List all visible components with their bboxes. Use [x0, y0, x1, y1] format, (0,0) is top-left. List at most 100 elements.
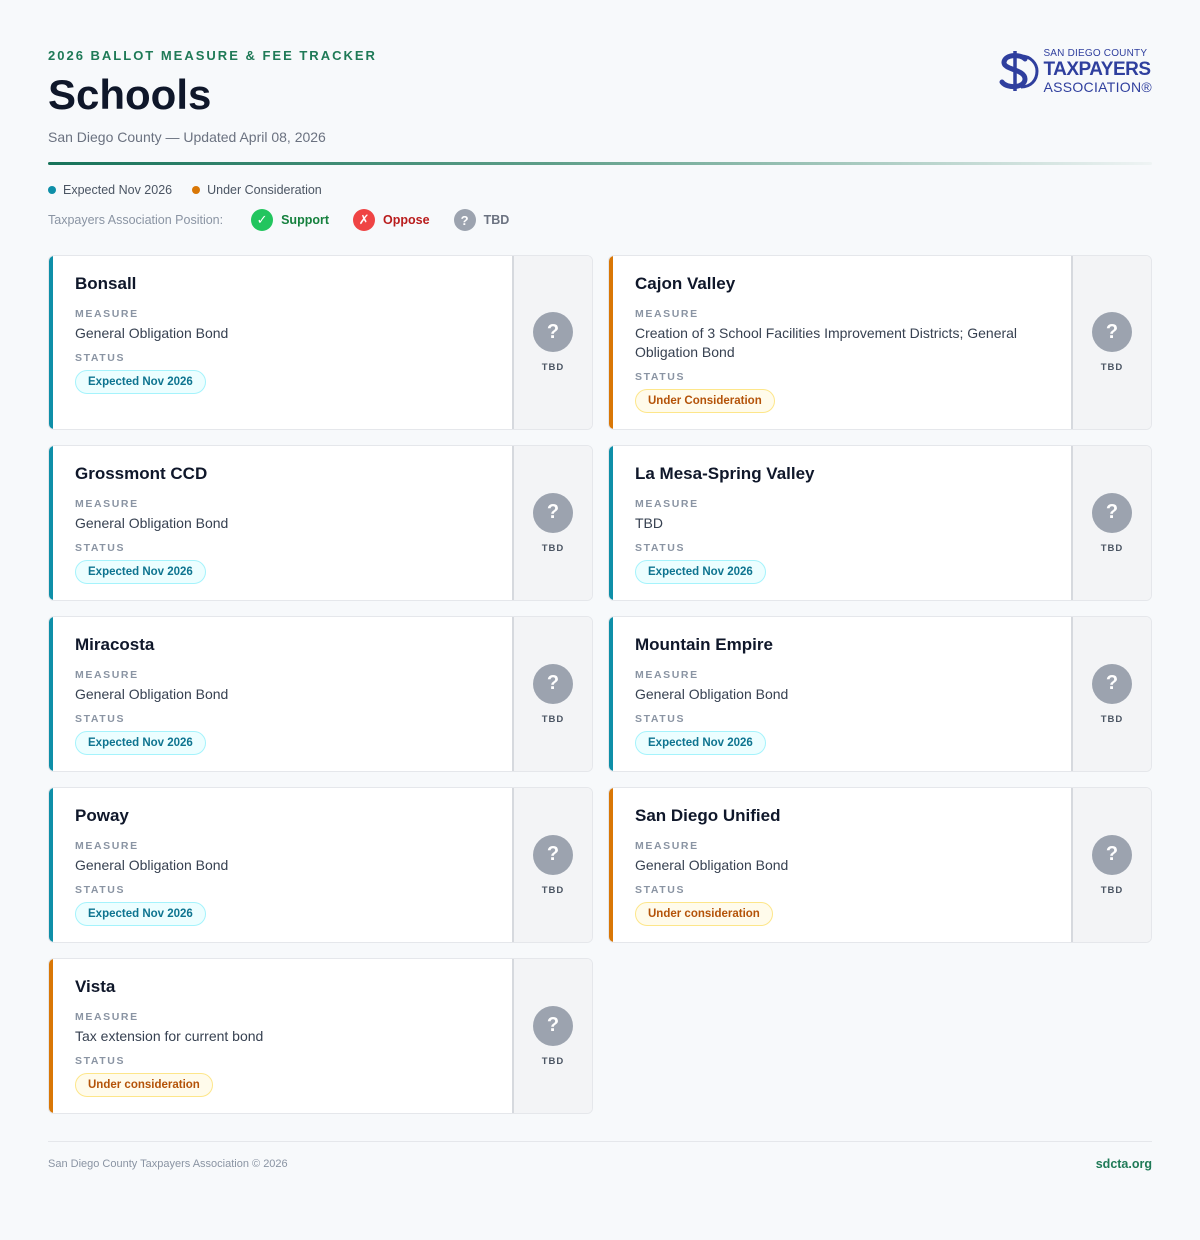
measure-label: MEASURE: [75, 1011, 139, 1023]
position-value: TBD: [1100, 884, 1124, 896]
measure-label: MEASURE: [635, 308, 699, 320]
position-panel: ? TBD: [512, 446, 592, 600]
footer-link[interactable]: sdcta.org: [1096, 1157, 1152, 1171]
logo-line-3: ASSOCIATION®: [1043, 78, 1152, 95]
footer-copyright: San Diego County Taxpayers Association ©…: [48, 1158, 288, 1170]
card-body: Cajon Valley MEASURE Creation of 3 Schoo…: [613, 256, 1071, 429]
status-label: STATUS: [75, 542, 126, 554]
footer-divider: [48, 1141, 1152, 1142]
header: 2026 BALLOT MEASURE & FEE TRACKER School…: [48, 0, 1152, 148]
header-divider: [48, 162, 1152, 165]
measure-card[interactable]: San Diego Unified MEASURE General Obliga…: [608, 787, 1152, 943]
card-body: Poway MEASURE General Obligation Bond ST…: [53, 788, 512, 942]
status-badge: Expected Nov 2026: [75, 560, 206, 584]
check-icon: ✓: [251, 209, 274, 231]
measure-value: General Obligation Bond: [75, 686, 229, 702]
position-value: TBD: [541, 884, 565, 896]
status-label: STATUS: [75, 1055, 126, 1067]
measure-label: MEASURE: [75, 840, 139, 852]
question-icon: ?: [533, 834, 573, 875]
kicker: 2026 BALLOT MEASURE & FEE TRACKER: [48, 48, 377, 63]
measure-value: General Obligation Bond: [75, 857, 229, 873]
measure-label: MEASURE: [635, 840, 699, 852]
question-icon: ?: [453, 209, 476, 231]
legend-item-expected: Expected Nov 2026: [48, 183, 172, 197]
status-label: STATUS: [75, 352, 126, 364]
legend-item-under-consideration: Under Consideration: [192, 183, 322, 197]
measure-value: Creation of 3 School Facilities Improvem…: [635, 325, 1018, 360]
status-badge: Under consideration: [635, 902, 773, 926]
measure-card[interactable]: Vista MEASURE Tax extension for current …: [48, 958, 593, 1114]
question-icon: ?: [533, 312, 573, 352]
footer: San Diego County Taxpayers Association ©…: [48, 1157, 1152, 1171]
position-panel: ? TBD: [1071, 446, 1151, 600]
teal-dot-icon: [48, 186, 56, 194]
position-panel: ? TBD: [512, 256, 592, 429]
position-panel: ? TBD: [512, 788, 592, 942]
district-name: Mountain Empire: [635, 635, 773, 654]
district-name: Bonsall: [75, 274, 137, 293]
district-name: Miracosta: [75, 635, 155, 654]
status-badge: Expected Nov 2026: [75, 370, 206, 394]
position-value: TBD: [541, 542, 565, 554]
position-value: TBD: [1100, 362, 1124, 373]
measure-card[interactable]: Cajon Valley MEASURE Creation of 3 Schoo…: [608, 255, 1152, 430]
question-icon: ?: [533, 1005, 573, 1046]
measure-label: MEASURE: [75, 498, 139, 510]
measure-card[interactable]: Poway MEASURE General Obligation Bond ST…: [48, 787, 593, 943]
page-subtitle: San Diego County — Updated April 08, 202…: [48, 129, 326, 145]
position-legend-label: Taxpayers Association Position:: [48, 213, 224, 227]
position-label: Support: [281, 213, 330, 227]
status-label: STATUS: [75, 884, 126, 896]
dollar-logo-icon: [999, 51, 1039, 91]
status-badge: Under consideration: [75, 1073, 213, 1097]
card-body: Vista MEASURE Tax extension for current …: [53, 959, 512, 1113]
position-panel: ? TBD: [1071, 617, 1151, 771]
status-badge: Expected Nov 2026: [75, 902, 206, 926]
amber-dot-icon: [192, 186, 201, 194]
status-label: STATUS: [635, 542, 686, 554]
measure-label: MEASURE: [635, 669, 699, 681]
status-badge: Expected Nov 2026: [635, 560, 766, 584]
district-name: Grossmont CCD: [75, 464, 208, 483]
measure-label: MEASURE: [75, 669, 139, 681]
sdcta-logo[interactable]: SAN DIEGO COUNTY TAXPAYERS ASSOCIATION®: [995, 48, 1152, 94]
position-oppose: ✗ Oppose: [353, 209, 430, 231]
status-label: STATUS: [635, 884, 686, 896]
district-name: San Diego Unified: [635, 806, 781, 825]
card-body: Bonsall MEASURE General Obligation Bond …: [53, 256, 512, 429]
status-label: STATUS: [75, 713, 126, 725]
district-name: Cajon Valley: [635, 274, 736, 293]
logo-line-2: TAXPAYERS: [1043, 58, 1151, 80]
question-icon: ?: [533, 663, 573, 704]
measure-label: MEASURE: [635, 498, 699, 510]
logo-line-1: SAN DIEGO COUNTY: [1043, 47, 1148, 59]
district-name: Vista: [75, 977, 116, 996]
district-name: Poway: [75, 806, 129, 825]
measure-label: MEASURE: [75, 308, 139, 320]
legend-label: Under Consideration: [207, 183, 322, 197]
measure-card[interactable]: Bonsall MEASURE General Obligation Bond …: [48, 255, 593, 430]
position-label: Oppose: [383, 213, 430, 227]
position-value: TBD: [1100, 542, 1124, 554]
status-legend: Expected Nov 2026 Under Consideration: [48, 183, 1152, 197]
measure-card[interactable]: Grossmont CCD MEASURE General Obligation…: [48, 445, 593, 601]
measure-value: Tax extension for current bond: [75, 1028, 264, 1044]
position-label: TBD: [483, 213, 510, 227]
measure-card[interactable]: Mountain Empire MEASURE General Obligati…: [608, 616, 1152, 772]
page-title: Schools: [48, 71, 212, 118]
position-value: TBD: [541, 713, 565, 725]
question-icon: ?: [1092, 834, 1132, 875]
measure-card[interactable]: Miracosta MEASURE General Obligation Bon…: [48, 616, 593, 772]
measure-value: General Obligation Bond: [75, 515, 229, 531]
card-body: Mountain Empire MEASURE General Obligati…: [613, 617, 1071, 771]
measure-card[interactable]: La Mesa-Spring Valley MEASURE TBD STATUS…: [608, 445, 1152, 601]
district-name: La Mesa-Spring Valley: [635, 464, 815, 483]
position-panel: ? TBD: [1071, 256, 1151, 429]
position-value: TBD: [1100, 713, 1124, 725]
question-icon: ?: [533, 492, 573, 533]
x-icon: ✗: [353, 209, 376, 231]
measure-card-grid: Bonsall MEASURE General Obligation Bond …: [48, 255, 1152, 1114]
position-panel: ? TBD: [512, 617, 592, 771]
page: 2026 BALLOT MEASURE & FEE TRACKER School…: [0, 0, 1200, 1240]
